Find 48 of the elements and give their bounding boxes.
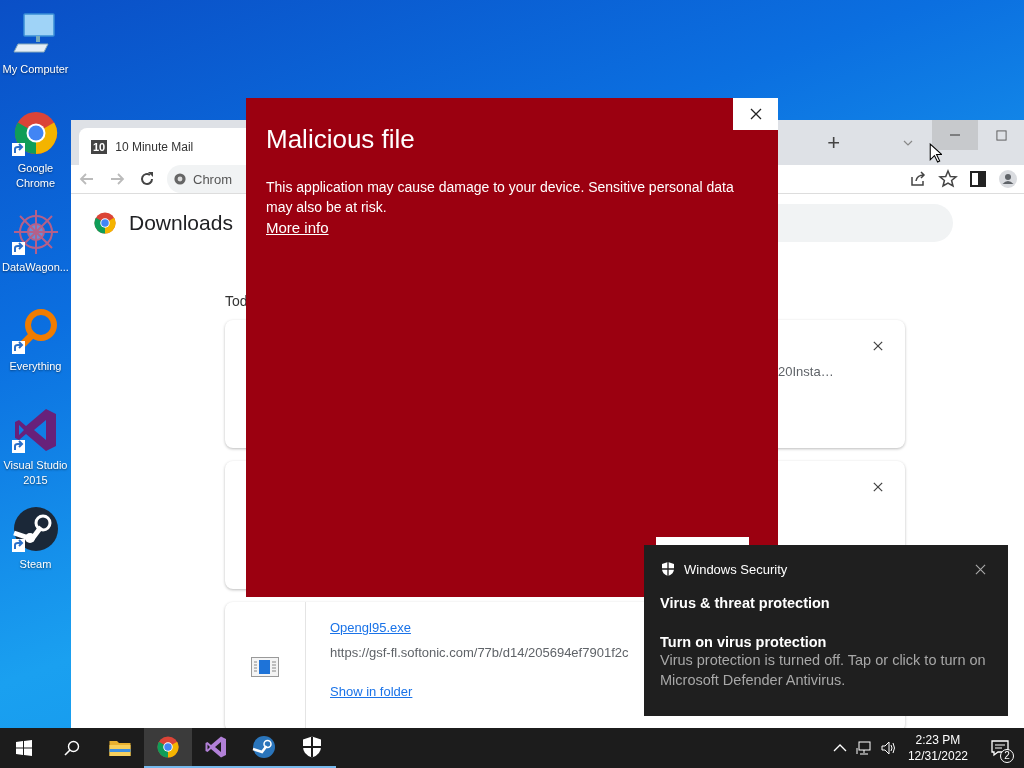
dialog-message: This application may cause damage to your device. Sensitive personal data may also be at risk. — [266, 178, 735, 217]
desktop-icon-label: DataWagon... — [2, 260, 69, 275]
close-button[interactable] — [733, 98, 778, 130]
desktop-icon-label: Everything — [9, 359, 62, 374]
file-url: https://gsf-fl.softonic.com/77b/d14/205694ef7901f2c — [330, 645, 629, 660]
chrome-button[interactable] — [144, 728, 192, 768]
desktop-icon-label: My Computer — [2, 62, 69, 77]
star-icon[interactable] — [938, 169, 958, 189]
shield-icon — [660, 561, 676, 577]
snowflake-icon[interactable] — [11, 208, 60, 256]
close-icon — [749, 108, 762, 120]
tab-favicon: 10 — [91, 139, 108, 154]
steam-icon[interactable] — [11, 505, 60, 553]
network-icon[interactable] — [855, 740, 872, 756]
steam-icon — [252, 735, 276, 759]
toast-heading: Turn on virus protection — [660, 634, 828, 650]
cursor-icon — [929, 143, 942, 163]
profile-icon[interactable] — [998, 169, 1018, 189]
visual-studio-icon — [204, 735, 228, 759]
magnifier-icon[interactable] — [11, 307, 60, 355]
windows-logo-icon — [16, 740, 32, 756]
toast-title: Virus & threat protection — [660, 595, 831, 611]
volume-icon[interactable] — [879, 740, 896, 756]
file-url: 20Insta… — [778, 364, 834, 379]
file-icon — [251, 657, 279, 677]
desktop-icon-label: Steam — [19, 557, 52, 572]
notification-button[interactable]: 2 — [980, 728, 1020, 768]
search-icon — [64, 740, 80, 756]
close-icon[interactable] — [873, 482, 883, 492]
more-info-link[interactable]: More info — [266, 219, 329, 236]
shield-icon — [300, 735, 324, 759]
file-name-link[interactable]: Opengl95.exe — [330, 620, 629, 635]
share-icon[interactable] — [908, 169, 928, 189]
page-title: Downloads — [129, 211, 233, 235]
clock[interactable]: 2:23 PM 12/31/2022 — [907, 732, 968, 764]
notification-toast[interactable]: Windows Security Virus & threat protection Turn on virus protection Virus protection is turned off. Tap or click to turn on Microsoft Defender Antivirus. — [644, 545, 1008, 716]
toast-app-name: Windows Security — [684, 561, 789, 577]
maximize-icon — [995, 129, 1007, 141]
desktop-icon-label: Google Chrome — [14, 161, 57, 191]
message-icon — [990, 738, 1010, 758]
side-panel-icon[interactable] — [968, 169, 988, 189]
close-icon[interactable] — [873, 341, 883, 351]
new-tab-button[interactable]: + — [821, 129, 846, 156]
desktop-icon-label: Visual Studio 2015 — [2, 458, 69, 488]
show-in-folder-link[interactable]: Show in folder — [330, 684, 629, 699]
toast-message: Virus protection is turned off. Tap or click to turn on Microsoft Defender Antivirus. — [660, 651, 987, 690]
close-icon[interactable] — [975, 563, 986, 575]
tab-title: 10 Minute Mail — [115, 139, 194, 154]
